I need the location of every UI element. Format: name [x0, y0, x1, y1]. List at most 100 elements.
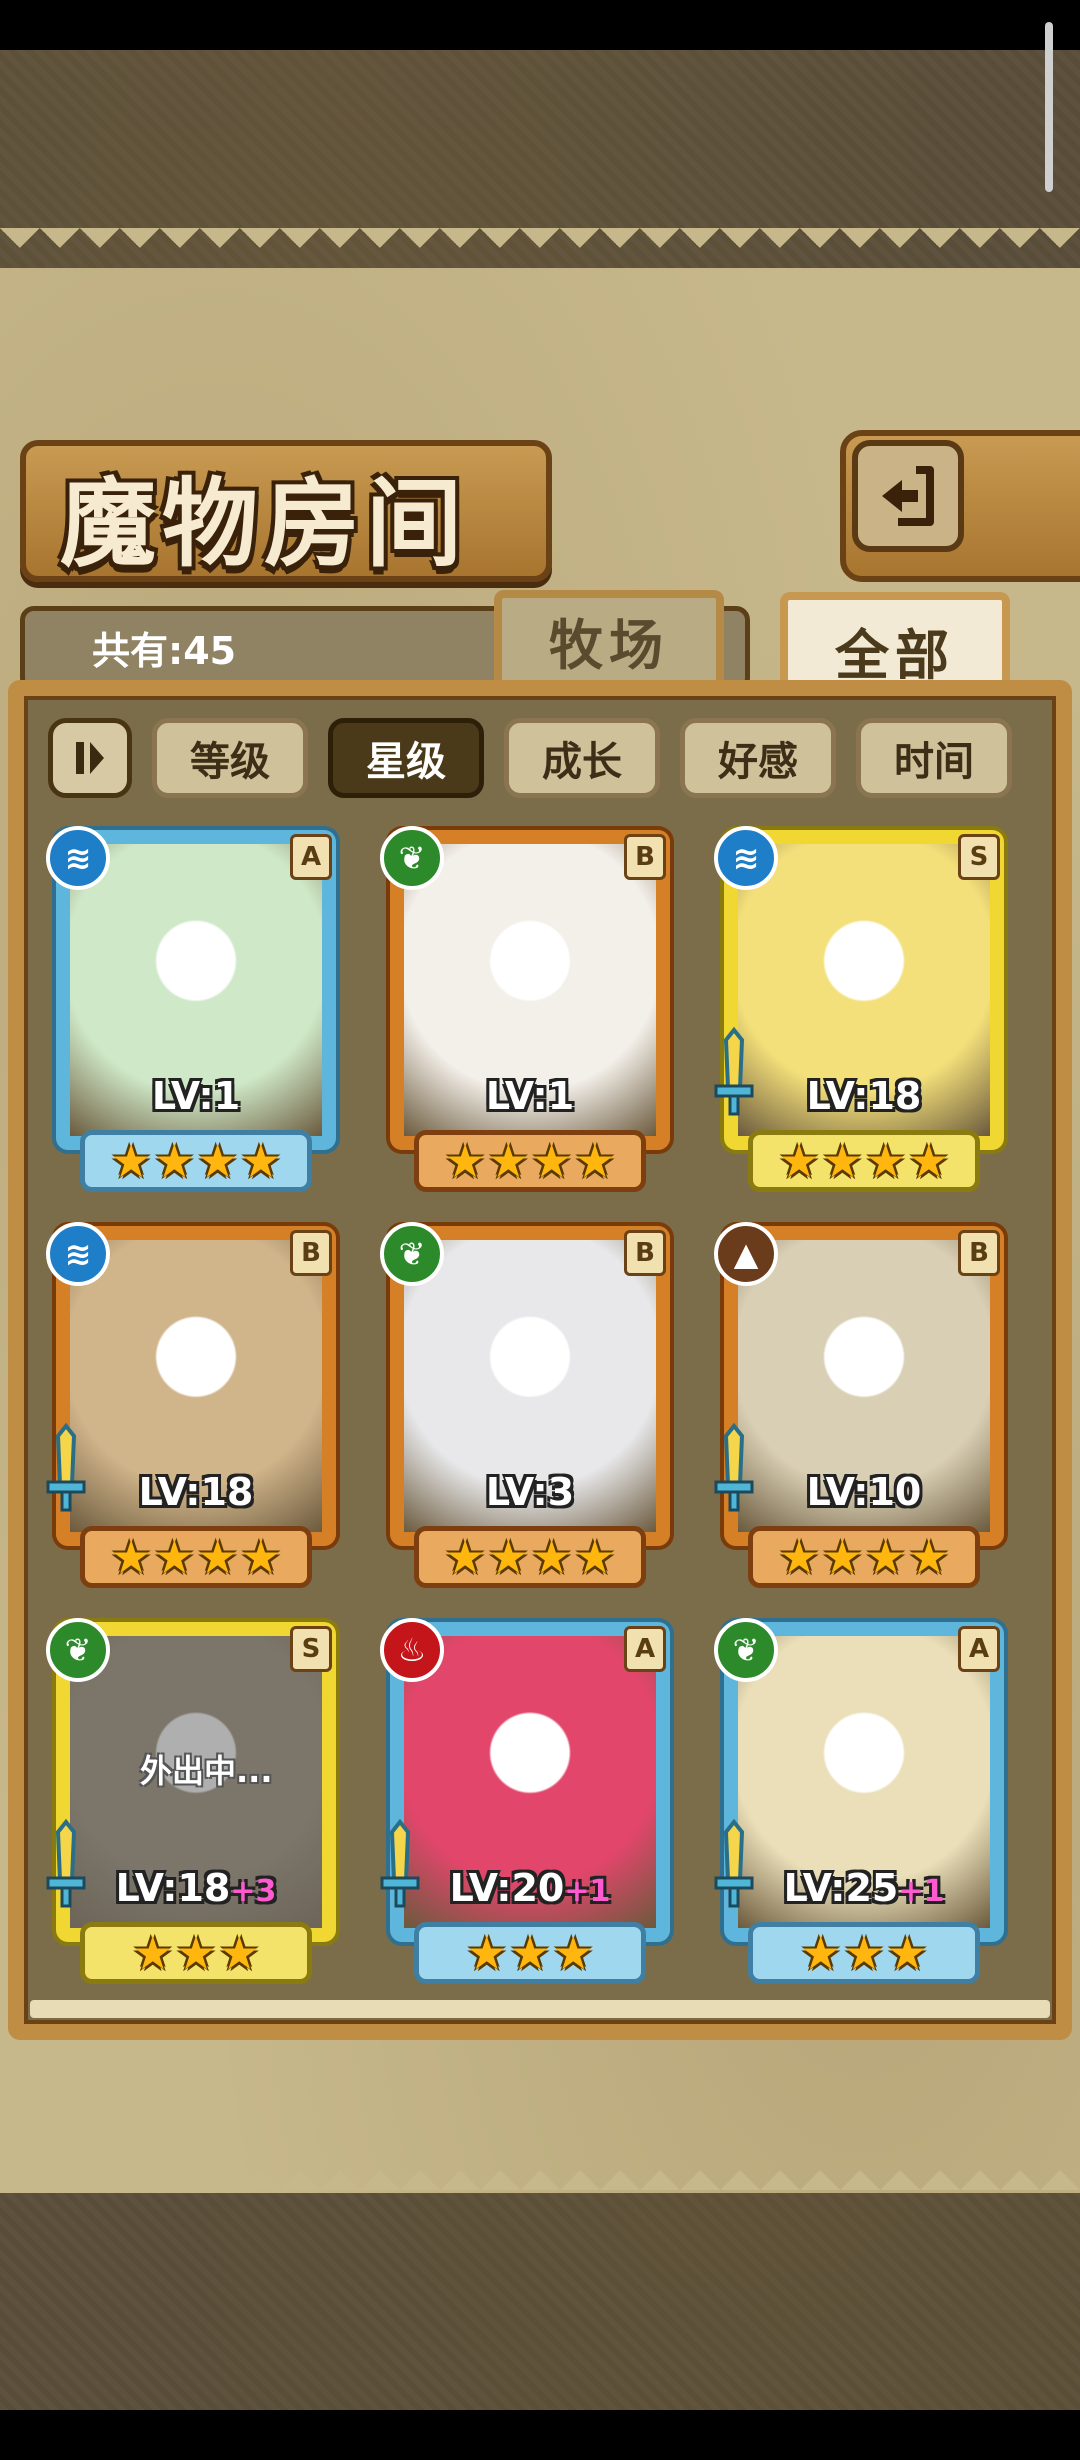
- star-icon: ★: [197, 1134, 239, 1188]
- grass-element-icon: ❦: [714, 1618, 778, 1682]
- monster-card[interactable]: B ≋ LV:18 ★ ★ ★ ★: [46, 1222, 346, 1596]
- star-rating: ★ ★ ★ ★: [748, 1526, 980, 1588]
- monster-card[interactable]: S ≋ LV:18 ★ ★ ★ ★: [714, 826, 1014, 1200]
- level-label: LV:18+3: [56, 1866, 336, 1910]
- star-rating: ★ ★ ★ ★: [748, 1130, 980, 1192]
- grass-element-icon: ❦: [380, 826, 444, 890]
- star-icon: ★: [240, 1134, 282, 1188]
- star-icon: ★: [865, 1134, 907, 1188]
- monster-card[interactable]: A ❦ LV:25+1 ★ ★ ★: [714, 1618, 1014, 1992]
- monster-card[interactable]: B ❦ LV:3 ★ ★ ★ ★: [380, 1222, 680, 1596]
- outing-status: 外出中...: [140, 1752, 273, 1790]
- rank-badge: A: [624, 1626, 666, 1672]
- panel-bottom-edge: [0, 2150, 1080, 2190]
- star-icon: ★: [821, 1530, 863, 1584]
- return-arrow-icon: [882, 466, 934, 526]
- star-rating: ★ ★ ★ ★: [414, 1130, 646, 1192]
- star-icon: ★: [778, 1134, 820, 1188]
- star-icon: ★: [466, 1926, 508, 1980]
- sort-growth[interactable]: 成长: [504, 718, 660, 798]
- level-bonus: +3: [230, 1874, 277, 1909]
- star-icon: ★: [153, 1530, 195, 1584]
- star-icon: ★: [843, 1926, 885, 1980]
- star-icon: ★: [487, 1530, 529, 1584]
- list-bottom-rail: [30, 2000, 1050, 2018]
- level-label: LV:18: [56, 1470, 336, 1514]
- level-value: LV:18: [138, 1470, 254, 1514]
- level-label: LV:20+1: [390, 1866, 670, 1910]
- rank-badge: S: [958, 834, 1000, 880]
- fire-element-icon: ♨: [380, 1618, 444, 1682]
- star-icon: ★: [574, 1134, 616, 1188]
- level-label: LV:10: [724, 1470, 1004, 1514]
- sort-stars[interactable]: 星级: [328, 718, 484, 798]
- star-icon: ★: [487, 1134, 529, 1188]
- level-label: LV:3: [390, 1470, 670, 1514]
- sort-order-icon: [76, 742, 104, 774]
- star-icon: ★: [865, 1530, 907, 1584]
- water-element-icon: ≋: [714, 826, 778, 890]
- grass-element-icon: ❦: [46, 1618, 110, 1682]
- rank-badge: A: [958, 1626, 1000, 1672]
- water-element-icon: ≋: [46, 826, 110, 890]
- monster-card[interactable]: A ♨ LV:20+1 ★ ★ ★: [380, 1618, 680, 1992]
- star-rating: ★ ★ ★: [414, 1922, 646, 1984]
- star-icon: ★: [132, 1926, 174, 1980]
- scrollbar[interactable]: [1045, 22, 1053, 192]
- monster-card[interactable]: B ▲ LV:10 ★ ★ ★ ★: [714, 1222, 1014, 1596]
- sort-bar: 等级 星级 成长 好感 时间: [48, 718, 1048, 798]
- rank-badge: B: [958, 1230, 1000, 1276]
- panel-top-edge: [0, 228, 1080, 268]
- tab-ranch[interactable]: 牧场: [494, 590, 724, 682]
- total-count: 共有:45: [92, 629, 237, 673]
- star-icon: ★: [240, 1530, 282, 1584]
- grass-element-icon: ❦: [380, 1222, 444, 1286]
- sort-time[interactable]: 时间: [856, 718, 1012, 798]
- level-value: LV:20: [449, 1866, 565, 1910]
- level-value: LV:18: [806, 1074, 922, 1118]
- star-rating: ★ ★ ★: [80, 1922, 312, 1984]
- monster-card[interactable]: B ❦ LV:1 ★ ★ ★ ★: [380, 826, 680, 1200]
- star-icon: ★: [552, 1926, 594, 1980]
- star-icon: ★: [908, 1134, 950, 1188]
- star-rating: ★ ★ ★ ★: [80, 1526, 312, 1588]
- star-rating: ★ ★ ★ ★: [80, 1130, 312, 1192]
- star-icon: ★: [886, 1926, 928, 1980]
- sort-order-button[interactable]: [48, 718, 132, 798]
- star-icon: ★: [110, 1134, 152, 1188]
- rank-badge: S: [290, 1626, 332, 1672]
- level-value: LV:3: [485, 1470, 575, 1514]
- page-title: 魔物房间: [60, 467, 468, 580]
- sort-affection[interactable]: 好感: [680, 718, 836, 798]
- level-value: LV:1: [151, 1074, 241, 1118]
- star-icon: ★: [218, 1926, 260, 1980]
- star-icon: ★: [908, 1530, 950, 1584]
- rank-badge: B: [624, 834, 666, 880]
- sort-level[interactable]: 等级: [152, 718, 308, 798]
- star-icon: ★: [821, 1134, 863, 1188]
- star-icon: ★: [175, 1926, 217, 1980]
- level-value: LV:18: [115, 1866, 231, 1910]
- level-value: LV:1: [485, 1074, 575, 1118]
- level-label: LV:25+1: [724, 1866, 1004, 1910]
- star-icon: ★: [153, 1134, 195, 1188]
- star-icon: ★: [444, 1530, 486, 1584]
- monster-card[interactable]: 外出中... S ❦ LV:18+3 ★ ★ ★: [46, 1618, 346, 1992]
- monster-card[interactable]: A ≋ LV:1 ★ ★ ★ ★: [46, 826, 346, 1200]
- earth-element-icon: ▲: [714, 1222, 778, 1286]
- star-icon: ★: [778, 1530, 820, 1584]
- back-button[interactable]: [852, 440, 964, 552]
- rank-badge: B: [290, 1230, 332, 1276]
- star-icon: ★: [197, 1530, 239, 1584]
- rank-badge: B: [624, 1230, 666, 1276]
- level-label: LV:18: [724, 1074, 1004, 1118]
- rank-badge: A: [290, 834, 332, 880]
- level-bonus: +1: [564, 1874, 611, 1909]
- level-value: LV:10: [806, 1470, 922, 1514]
- star-icon: ★: [509, 1926, 551, 1980]
- level-label: LV:1: [390, 1074, 670, 1118]
- star-icon: ★: [531, 1134, 573, 1188]
- star-rating: ★ ★ ★: [748, 1922, 980, 1984]
- level-bonus: +1: [898, 1874, 945, 1909]
- water-element-icon: ≋: [46, 1222, 110, 1286]
